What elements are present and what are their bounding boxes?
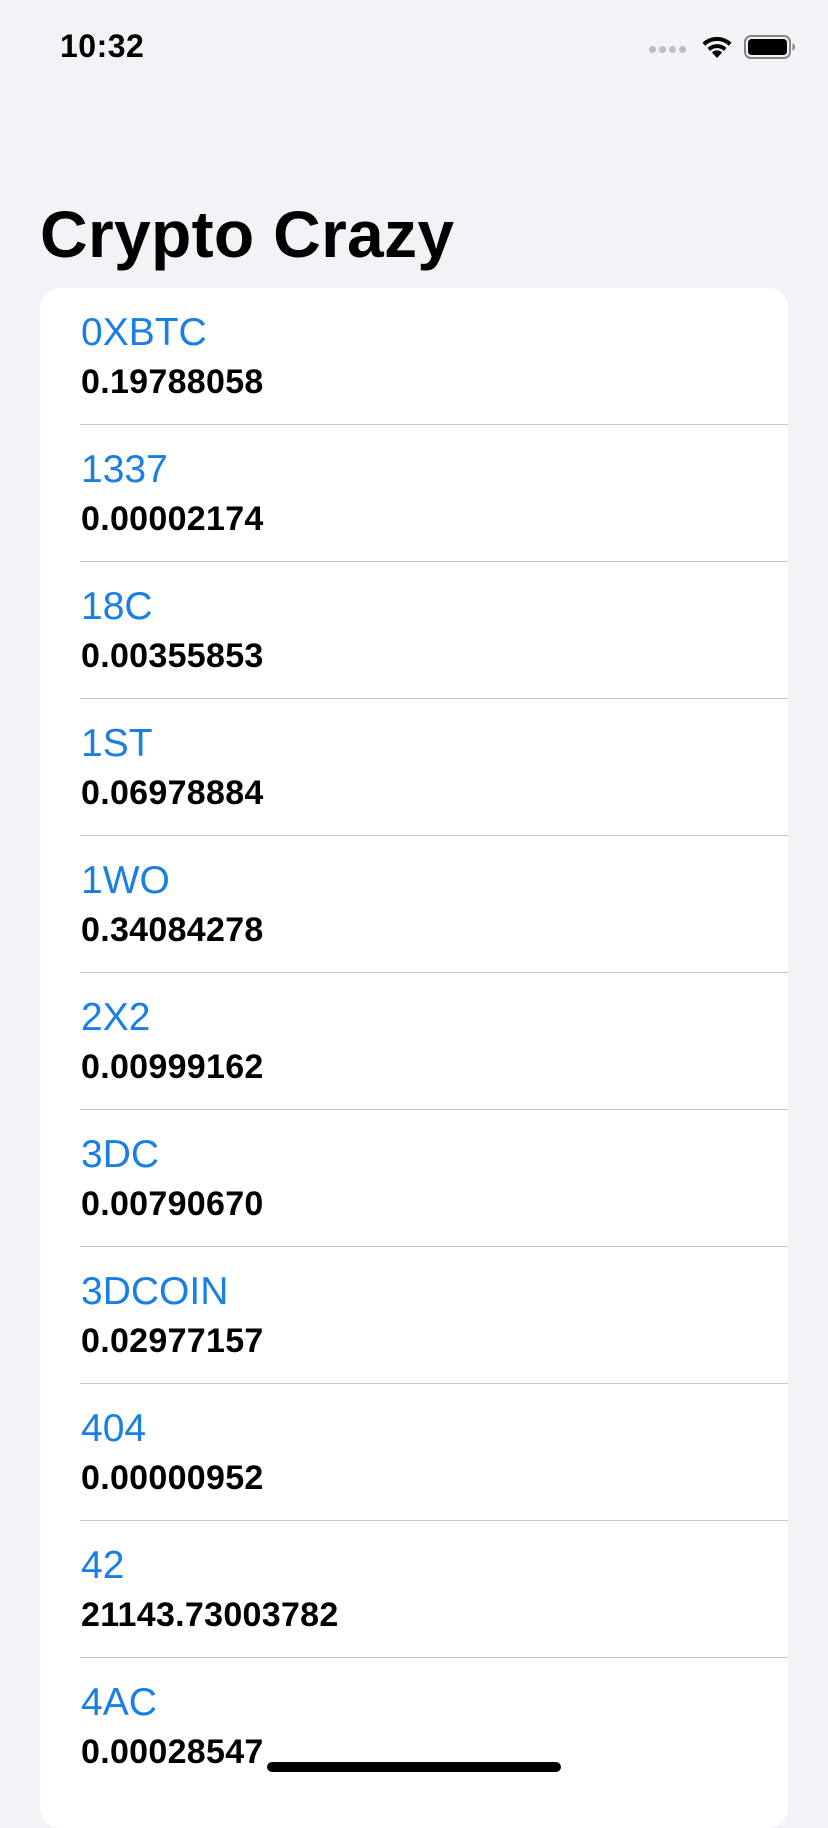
- coin-symbol: 404: [81, 1407, 147, 1450]
- coin-symbol: 2X2: [81, 996, 151, 1039]
- coin-price: 0.06978884: [81, 774, 264, 812]
- list-item[interactable]: 42 21143.73003782: [40, 1521, 788, 1658]
- coin-price: 0.00999162: [81, 1048, 264, 1086]
- list-item[interactable]: 1337 0.00002174: [40, 425, 788, 562]
- coin-symbol: 0XBTC: [81, 311, 207, 354]
- home-indicator[interactable]: [267, 1762, 561, 1772]
- coin-price: 0.02977157: [81, 1322, 264, 1360]
- list-item[interactable]: 1ST 0.06978884: [40, 699, 788, 836]
- list-item[interactable]: 4AC 0.00028547: [40, 1658, 788, 1795]
- coin-symbol: 42: [81, 1544, 125, 1587]
- list-item[interactable]: 3DCOIN 0.02977157: [40, 1247, 788, 1384]
- coin-price: 0.34084278: [81, 911, 264, 949]
- cellular-signal-icon: [649, 45, 686, 53]
- coin-list[interactable]: 0XBTC 0.19788058 1337 0.00002174 18C 0.0…: [40, 288, 788, 1828]
- wifi-icon: [700, 34, 734, 65]
- status-icons: [649, 34, 796, 64]
- status-bar: 10:32: [0, 0, 828, 100]
- coin-symbol: 4AC: [81, 1681, 157, 1724]
- coin-price: 0.00000952: [81, 1459, 264, 1497]
- coin-price: 0.00355853: [81, 637, 264, 675]
- coin-price: 0.00028547: [81, 1733, 264, 1771]
- list-item[interactable]: 3DC 0.00790670: [40, 1110, 788, 1247]
- coin-price: 21143.73003782: [81, 1596, 339, 1634]
- page-title: Crypto Crazy: [40, 197, 455, 271]
- list-item[interactable]: 2X2 0.00999162: [40, 973, 788, 1110]
- coin-price: 0.00790670: [81, 1185, 264, 1223]
- coin-symbol: 1ST: [81, 722, 153, 765]
- coin-symbol: 3DC: [81, 1133, 160, 1176]
- coin-symbol: 1WO: [81, 859, 170, 902]
- coin-symbol: 3DCOIN: [81, 1270, 229, 1313]
- battery-icon: [744, 34, 796, 65]
- list-item[interactable]: 18C 0.00355853: [40, 562, 788, 699]
- coin-price: 0.19788058: [81, 363, 264, 401]
- list-item[interactable]: 404 0.00000952: [40, 1384, 788, 1521]
- list-item[interactable]: 0XBTC 0.19788058: [40, 288, 788, 425]
- coin-price: 0.00002174: [81, 500, 264, 538]
- coin-symbol: 1337: [81, 448, 168, 491]
- list-item[interactable]: 1WO 0.34084278: [40, 836, 788, 973]
- coin-symbol: 18C: [81, 585, 153, 628]
- status-time: 10:32: [60, 28, 145, 64]
